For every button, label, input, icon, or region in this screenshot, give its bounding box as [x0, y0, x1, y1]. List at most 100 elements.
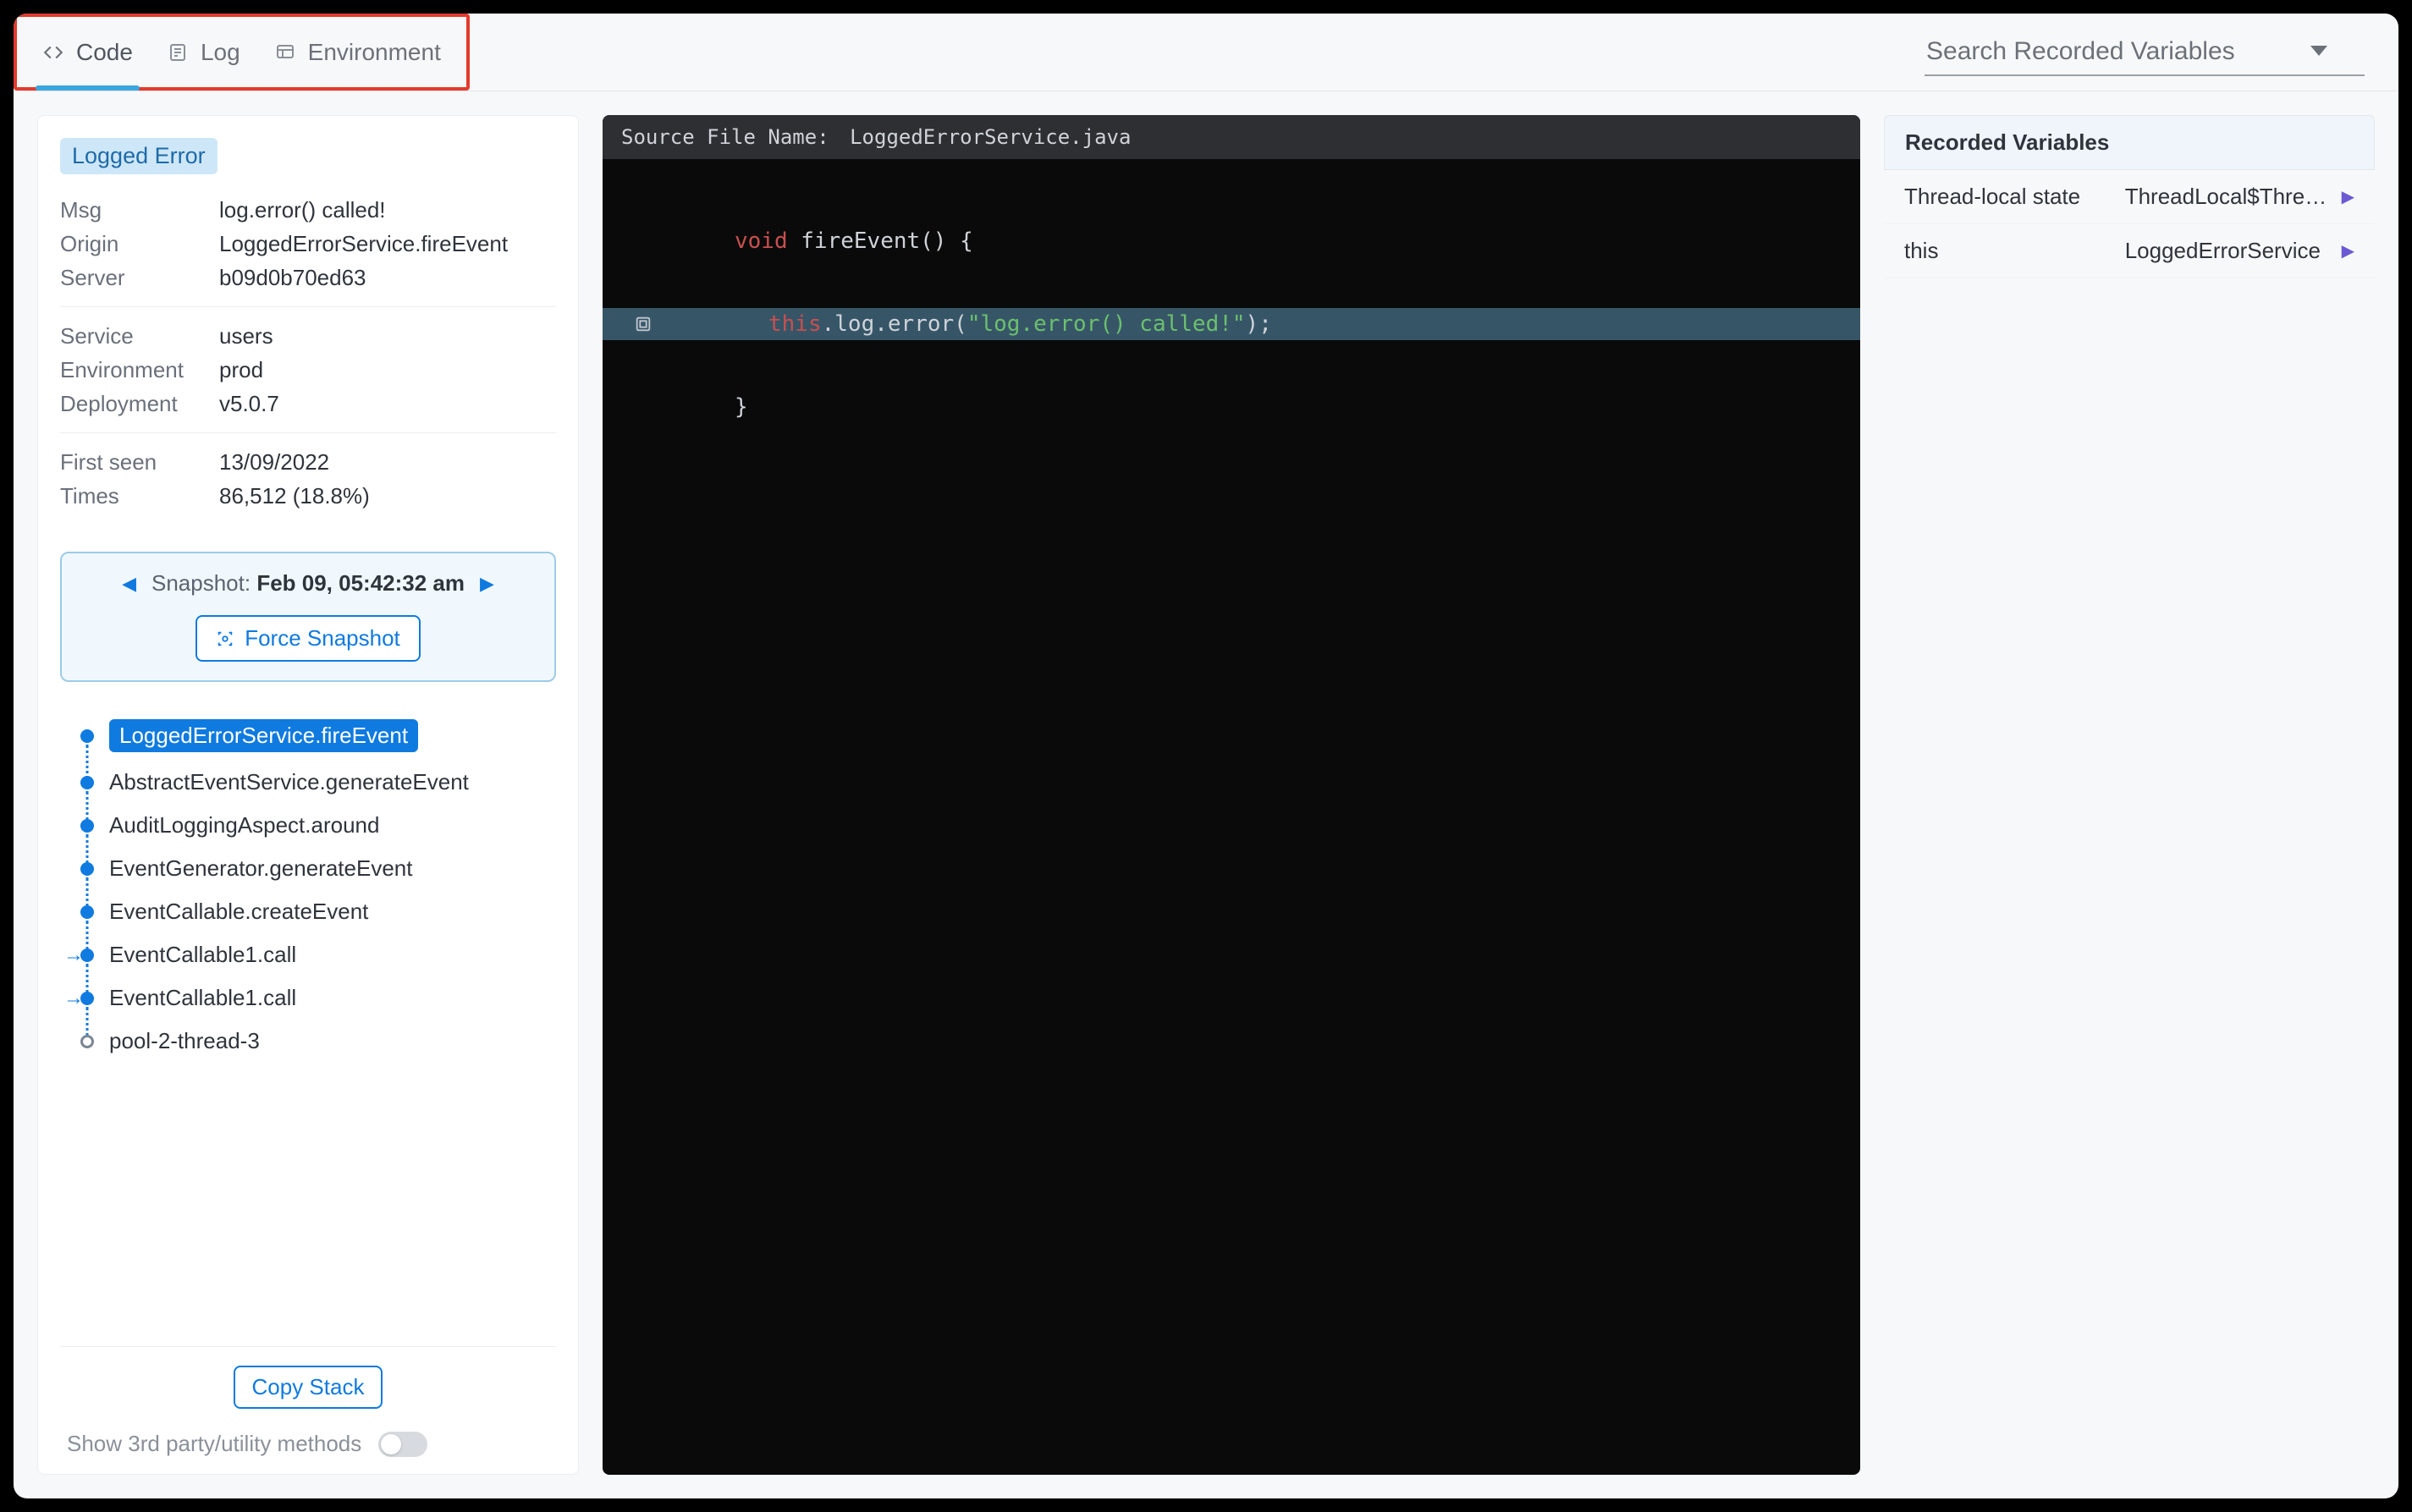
tab-code-label: Code [76, 39, 133, 66]
app-root: Code Log Environment Search Recorded Var… [14, 14, 2398, 1498]
frame-label: EventCallable1.call [109, 942, 296, 968]
tab-environment[interactable]: Environment [273, 17, 443, 87]
detail-row: Times 86,512 (18.8%) [60, 479, 556, 513]
frame-dot-icon [80, 992, 94, 1005]
frame-dot-icon [80, 819, 94, 833]
stack-trace: LoggedErrorService.fireEvent AbstractEven… [60, 711, 556, 1346]
stack-frame[interactable]: AbstractEventService.generateEvent [80, 761, 556, 804]
copy-stack-button[interactable]: Copy Stack [234, 1366, 383, 1409]
snapshot-next-icon[interactable]: ▶ [480, 573, 494, 595]
detail-group: Service users Environment prod Deployment v5.… [60, 319, 556, 433]
detail-value: v5.0.7 [219, 387, 279, 421]
tab-log[interactable]: Log [165, 17, 242, 87]
left-footer: Copy Stack [60, 1346, 556, 1409]
breakpoint-icon[interactable] [625, 315, 662, 333]
token-string: "log.error() called!" [967, 311, 1246, 337]
detail-row: Service users [60, 319, 556, 353]
stack-frame[interactable]: LoggedErrorService.fireEvent [80, 711, 556, 761]
token-keyword: void [735, 228, 788, 254]
detail-key: Msg [60, 193, 204, 227]
detail-value: b09d0b70ed63 [219, 261, 366, 294]
force-snapshot-button[interactable]: Force Snapshot [195, 615, 421, 662]
frame-label: EventCallable.createEvent [109, 899, 368, 925]
detail-key: Times [60, 479, 204, 513]
target-icon [216, 630, 234, 648]
copy-stack-label: Copy Stack [252, 1374, 365, 1399]
third-party-toggle[interactable] [378, 1432, 427, 1457]
detail-row: First seen 13/09/2022 [60, 445, 556, 479]
frame-dot-icon [80, 905, 94, 919]
detail-value: 86,512 (18.8%) [219, 479, 370, 513]
toggle-label: Show 3rd party/utility methods [67, 1431, 361, 1457]
detail-value: log.error() called! [219, 193, 386, 227]
frame-label: AbstractEventService.generateEvent [109, 769, 469, 795]
detail-value: prod [219, 353, 263, 387]
source-file-name: LoggedErrorService.java [850, 125, 1131, 149]
detail-key: Environment [60, 353, 204, 387]
detail-group: First seen 13/09/2022 Times 86,512 (18.8%) [60, 445, 556, 525]
detail-group: Msg log.error() called! Origin LoggedErrorS… [60, 193, 556, 307]
code-text: void fireEvent() { [675, 228, 973, 254]
token-this: this [768, 311, 822, 337]
stack-frame[interactable]: AuditLoggingAspect.around [80, 804, 556, 847]
source-header-label: Source File Name: [621, 125, 829, 149]
variables-panel: Recorded Variables Thread-local stateThr… [1884, 115, 2375, 1475]
frame-dot-icon [80, 1035, 94, 1048]
top-bar: Code Log Environment Search Recorded Var… [14, 14, 2398, 91]
frame-label: EventCallable1.call [109, 985, 296, 1011]
variable-name: this [1904, 238, 2112, 264]
detail-row: Environment prod [60, 353, 556, 387]
frame-dot-icon [80, 776, 94, 789]
tab-log-label: Log [201, 39, 240, 66]
stack-frame[interactable]: →EventCallable1.call [80, 933, 556, 976]
detail-key: Server [60, 261, 204, 294]
toggle-row: Show 3rd party/utility methods [60, 1431, 556, 1457]
source-panel: Source File Name: LoggedErrorService.jav… [603, 115, 1860, 1475]
frame-label: pool-2-thread-3 [109, 1028, 260, 1054]
token: .log.error( [822, 311, 967, 337]
tab-code[interactable]: Code [41, 17, 135, 87]
chevron-right-icon: ▶ [2342, 186, 2354, 207]
detail-key: Service [60, 319, 204, 353]
variable-row[interactable]: this LoggedErrorService ▶ [1884, 224, 2375, 278]
detail-value: LoggedErrorService.fireEvent [219, 227, 508, 261]
token: fireEvent() { [788, 228, 973, 254]
stack-frame[interactable]: EventGenerator.generateEvent [80, 847, 556, 890]
search-input[interactable]: Search Recorded Variables [1925, 29, 2365, 76]
chevron-right-icon: ▶ [2342, 240, 2354, 261]
detail-value: users [219, 319, 273, 353]
search-placeholder: Search Recorded Variables [1926, 37, 2235, 66]
error-panel: Logged Error Msg log.error() called! Origi… [37, 115, 579, 1475]
snapshot-box: ◀ Snapshot: Feb 09, 05:42:32 am ▶ Force … [60, 552, 556, 682]
variable-name: Thread-local state [1904, 184, 2112, 210]
code-text: } [675, 394, 748, 420]
variable-value: ThreadLocal$ThreadL… [2125, 184, 2328, 210]
stack-frame[interactable]: pool-2-thread-3 [80, 1020, 556, 1063]
stack-frame[interactable]: EventCallable.createEvent [80, 890, 556, 933]
frame-label: EventGenerator.generateEvent [109, 855, 412, 882]
code-line: void fireEvent() { [603, 225, 1860, 257]
detail-key: First seen [60, 445, 204, 479]
view-tabs: Code Log Environment [14, 14, 470, 91]
snapshot-prev-icon[interactable]: ◀ [122, 573, 136, 595]
error-details: Msg log.error() called! Origin LoggedErrorS… [60, 193, 556, 536]
log-icon [167, 41, 189, 63]
variables-list: Thread-local stateThreadLocal$ThreadL…▶t… [1884, 170, 2375, 278]
detail-key: Origin [60, 227, 204, 261]
detail-key: Deployment [60, 387, 204, 421]
detail-row: Msg log.error() called! [60, 193, 556, 227]
environment-icon [274, 41, 296, 63]
detail-row: Server b09d0b70ed63 [60, 261, 556, 294]
search-container: Search Recorded Variables [1925, 14, 2365, 91]
token: ); [1246, 311, 1272, 337]
stack-frame[interactable]: →EventCallable1.call [80, 976, 556, 1020]
frame-dot-icon [80, 948, 94, 962]
snapshot-nav: ◀ Snapshot: Feb 09, 05:42:32 am ▶ [75, 570, 541, 597]
error-badge: Logged Error [60, 138, 218, 174]
detail-value: 13/09/2022 [219, 445, 329, 479]
variable-row[interactable]: Thread-local state ThreadLocal$ThreadL… ▶ [1884, 170, 2375, 224]
code-line-highlighted[interactable]: this.log.error("log.error() called!"); [603, 308, 1860, 340]
source-header: Source File Name: LoggedErrorService.jav… [603, 115, 1860, 159]
variable-value: LoggedErrorService [2125, 238, 2328, 264]
frame-dot-icon [80, 729, 94, 743]
